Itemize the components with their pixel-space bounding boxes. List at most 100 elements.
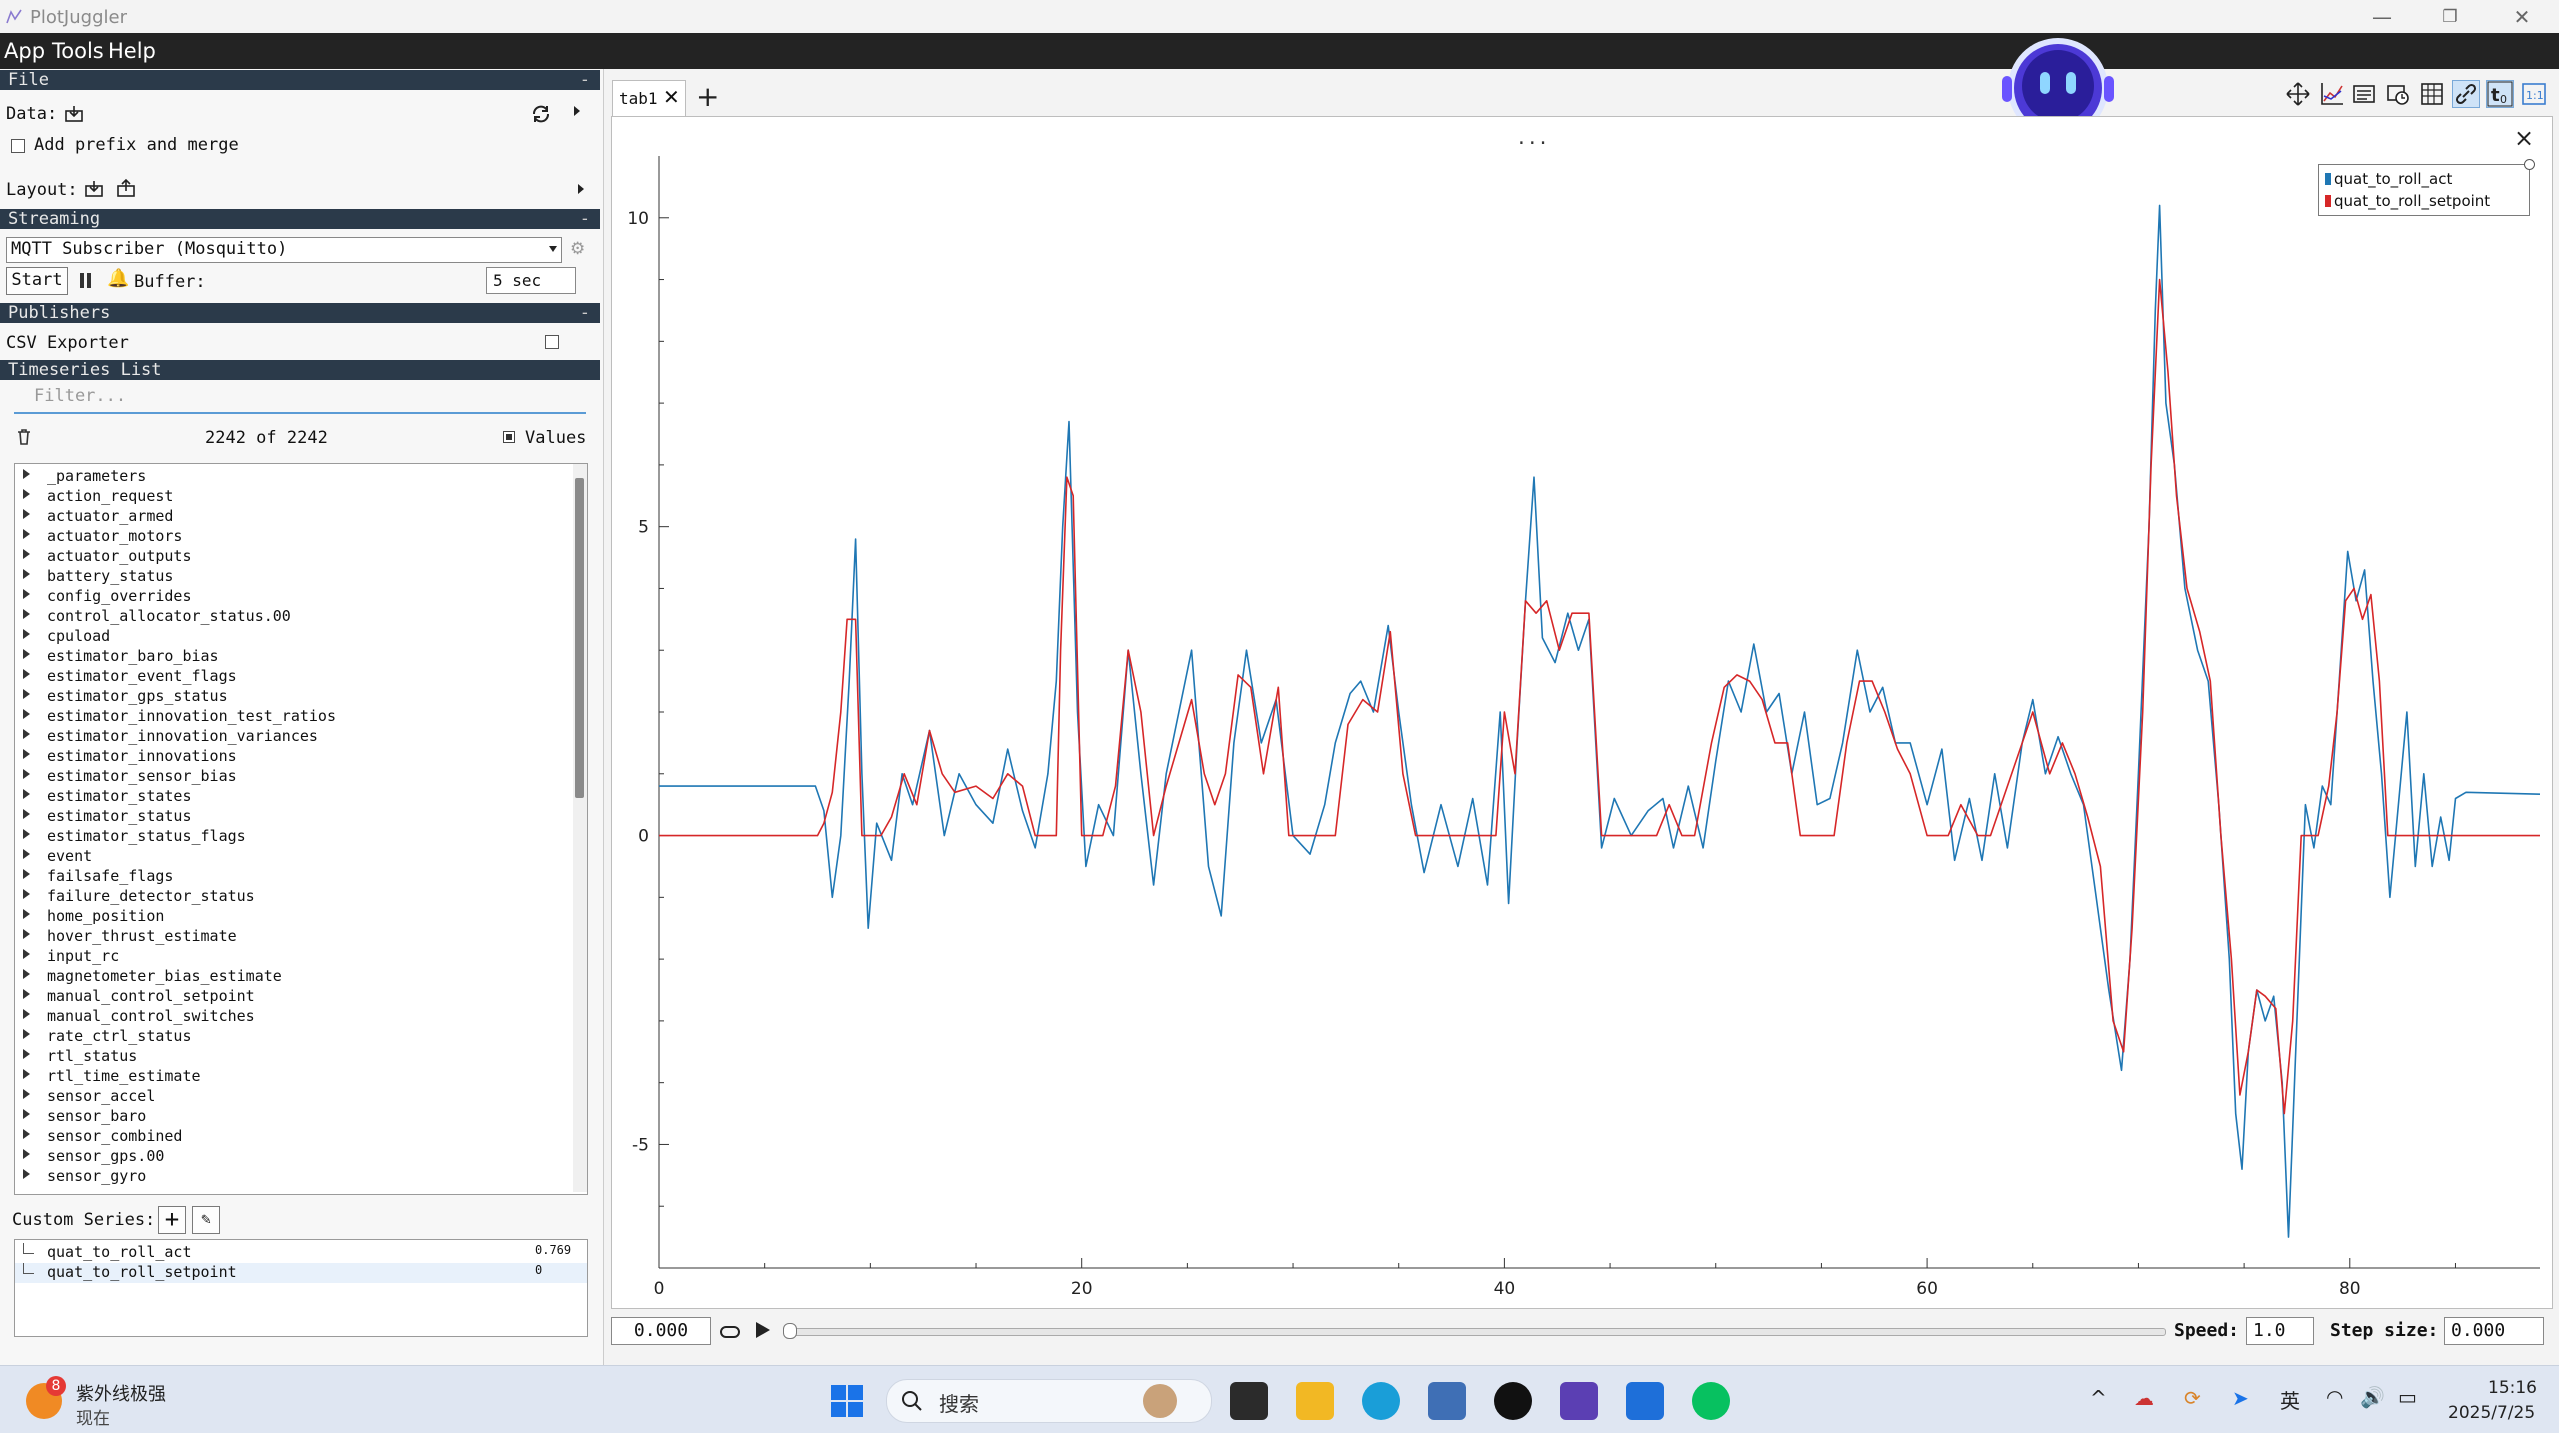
tree-item[interactable]: rate_ctrl_status [15, 1026, 570, 1046]
move-icon[interactable] [2284, 80, 2312, 108]
tree-item[interactable]: sensor_gyro [15, 1166, 570, 1186]
menu-tools[interactable]: Tools [52, 39, 104, 63]
menu-app[interactable]: App [4, 39, 45, 63]
expand-arrow-icon[interactable] [23, 469, 30, 479]
buffer-spinbox[interactable]: 5 sec [486, 267, 576, 294]
expand-arrow-icon[interactable] [23, 609, 30, 619]
tree-item[interactable]: magnetometer_bias_estimate [15, 966, 570, 986]
tree-item[interactable]: estimator_status [15, 806, 570, 826]
volume-icon[interactable]: 🔊 [2360, 1385, 2385, 1409]
expand-arrow-icon[interactable] [23, 729, 30, 739]
tree-item[interactable]: estimator_status_flags [15, 826, 570, 846]
windows-start-icon[interactable] [828, 1382, 866, 1420]
tree-item[interactable]: estimator_baro_bias [15, 646, 570, 666]
tree-item[interactable]: estimator_innovation_test_ratios [15, 706, 570, 726]
expand-arrow-icon[interactable] [23, 869, 30, 879]
time-offset-icon[interactable]: t0 [2486, 80, 2514, 108]
tree-item[interactable]: _parameters [15, 466, 570, 486]
cloud-error-icon[interactable]: ☁ [2134, 1386, 2154, 1410]
minimize-button[interactable]: — [2362, 4, 2402, 30]
sync-icon[interactable]: ⟳ [2184, 1386, 2201, 1410]
publishers-section-header[interactable]: Publishers - [0, 303, 600, 323]
expand-arrow-icon[interactable] [23, 849, 30, 859]
bell-icon[interactable]: 🔔 [107, 268, 129, 289]
tree-item[interactable]: config_overrides [15, 586, 570, 606]
time-slider[interactable] [784, 1328, 2166, 1336]
list-item[interactable]: quat_to_roll_act 0.769 [15, 1243, 587, 1263]
expand-arrow-icon[interactable] [23, 529, 30, 539]
pause-icon[interactable] [80, 273, 84, 288]
trash-icon[interactable] [16, 428, 32, 446]
tree-item[interactable]: actuator_armed [15, 506, 570, 526]
chart-lines-icon[interactable] [2318, 80, 2346, 108]
expand-arrow-icon[interactable] [23, 829, 30, 839]
expand-arrow-icon[interactable] [23, 929, 30, 939]
expand-arrow-icon[interactable] [23, 989, 30, 999]
tree-item[interactable]: sensor_gps.00 [15, 1146, 570, 1166]
expand-arrow-icon[interactable] [23, 789, 30, 799]
file-section-header[interactable]: File - [0, 70, 600, 90]
expand-arrow-icon[interactable] [23, 569, 30, 579]
tree-item[interactable]: estimator_event_flags [15, 666, 570, 686]
add-custom-series-button[interactable]: + [158, 1206, 186, 1234]
scrollbar-thumb[interactable] [575, 478, 584, 798]
legend-icon[interactable] [2350, 80, 2378, 108]
tab-tab1[interactable]: tab1 ✕ [612, 80, 686, 117]
expand-arrow-icon[interactable] [23, 589, 30, 599]
wechat-icon[interactable] [1692, 1382, 1730, 1420]
expand-arrow-icon[interactable] [23, 1109, 30, 1119]
tree-item[interactable]: sensor_combined [15, 1126, 570, 1146]
filter-input[interactable]: Filter... [14, 386, 586, 414]
wifi-icon[interactable]: ◠ [2326, 1385, 2343, 1409]
csv-exporter-checkbox[interactable] [545, 335, 559, 349]
time-value-field[interactable]: 0.000 [611, 1317, 711, 1345]
tree-item[interactable]: input_rc [15, 946, 570, 966]
expand-arrow-icon[interactable] [23, 509, 30, 519]
link-icon[interactable] [2452, 80, 2480, 108]
layout-menu-arrow-icon[interactable] [578, 184, 584, 194]
tree-item[interactable]: failsafe_flags [15, 866, 570, 886]
expand-arrow-icon[interactable] [23, 689, 30, 699]
ratio-icon[interactable]: 1:1 [2520, 80, 2548, 108]
ime-indicator[interactable]: 英 [2280, 1385, 2300, 1414]
legend-item-act[interactable]: quat_to_roll_act [2325, 170, 2452, 188]
expand-arrow-icon[interactable] [23, 1129, 30, 1139]
tree-item[interactable]: rtl_status [15, 1046, 570, 1066]
qq-icon[interactable] [1494, 1382, 1532, 1420]
expand-arrow-icon[interactable] [23, 489, 30, 499]
expand-arrow-icon[interactable] [23, 949, 30, 959]
start-streaming-button[interactable]: Start [6, 267, 68, 295]
expand-arrow-icon[interactable] [23, 1009, 30, 1019]
chart-legend[interactable]: quat_to_roll_act quat_to_roll_setpoint [2318, 159, 2535, 216]
window-title-bar[interactable]: PlotJuggler — ❐ ✕ [0, 0, 2559, 34]
tree-item[interactable]: cpuload [15, 626, 570, 646]
tray-overflow-icon[interactable]: ^ [2090, 1386, 2107, 1410]
expand-arrow-icon[interactable] [23, 809, 30, 819]
tree-item[interactable]: sensor_baro [15, 1106, 570, 1126]
expand-arrow-icon[interactable] [23, 889, 30, 899]
obs-icon[interactable] [1560, 1382, 1598, 1420]
tree-item[interactable]: estimator_sensor_bias [15, 766, 570, 786]
battery-icon[interactable]: ▭ [2398, 1385, 2417, 1409]
tree-item[interactable]: manual_control_switches [15, 1006, 570, 1026]
expand-arrow-icon[interactable] [23, 1069, 30, 1079]
streaming-section-header[interactable]: Streaming - [0, 209, 600, 229]
close-plot-icon[interactable]: × [2514, 124, 2534, 152]
expand-arrow-icon[interactable] [23, 649, 30, 659]
send-icon[interactable]: ➤ [2232, 1386, 2249, 1410]
plotjuggler-taskbar-icon[interactable] [1626, 1382, 1664, 1420]
save-layout-icon[interactable] [116, 178, 136, 198]
expand-arrow-icon[interactable] [23, 909, 30, 919]
gear-icon[interactable]: ⚙ [570, 239, 585, 259]
load-layout-icon[interactable] [84, 180, 104, 198]
tree-item[interactable]: home_position [15, 906, 570, 926]
tree-item[interactable]: battery_status [15, 566, 570, 586]
tree-item[interactable]: failure_detector_status [15, 886, 570, 906]
taskbar-search-box[interactable]: 搜索 [886, 1379, 1212, 1423]
tree-item[interactable]: estimator_innovation_variances [15, 726, 570, 746]
expand-arrow-icon[interactable] [23, 1049, 30, 1059]
file-explorer-icon[interactable] [1296, 1382, 1334, 1420]
menu-help[interactable]: Help [108, 39, 156, 63]
expand-arrow-icon[interactable] [23, 1029, 30, 1039]
timeseries-section-header[interactable]: Timeseries List [0, 360, 600, 380]
